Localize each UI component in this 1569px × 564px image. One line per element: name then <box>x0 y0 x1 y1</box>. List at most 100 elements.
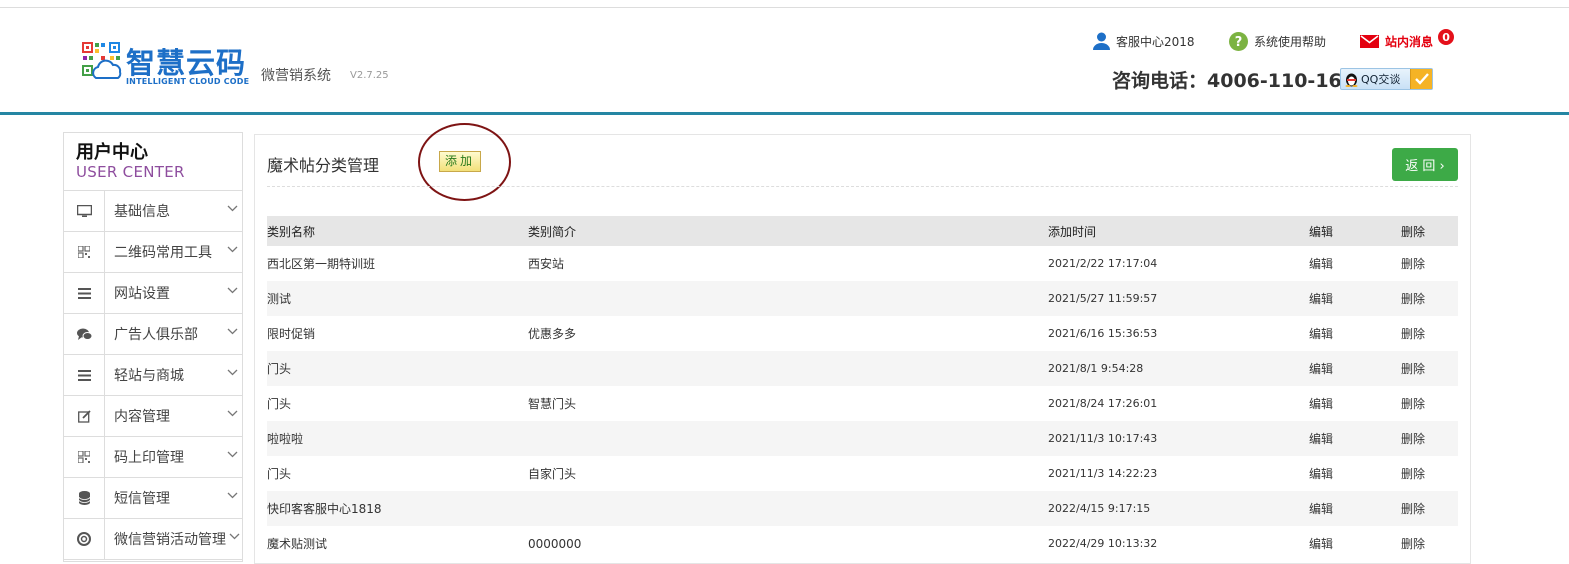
sidebar-item-label: 广告人俱乐部 <box>114 327 198 343</box>
messages-link[interactable]: 站内消息 0 <box>1360 28 1456 50</box>
delete-link[interactable]: 删除 <box>1401 465 1458 482</box>
category-table: 类别名称 类别简介 添加时间 编辑 删除 西北区第一期特训班 西安站 2021/… <box>267 216 1458 561</box>
chevron-down-icon <box>229 533 240 540</box>
edit-icon <box>77 409 91 423</box>
back-button[interactable]: 返 回 › <box>1392 148 1458 181</box>
cell-category-name: 啦啦啦 <box>267 432 304 446</box>
table-row: 魔术贴测试 0000000 2022/4/29 10:13:32 编辑 删除 <box>267 526 1458 561</box>
cell-category-name: 快印客客服中心1818 <box>267 502 382 516</box>
edit-link[interactable]: 编辑 <box>1309 500 1401 517</box>
sidebar-item-basic-info[interactable]: 基础信息 <box>64 191 242 232</box>
qrcode-icon <box>78 246 90 258</box>
sidebar-item-site-settings[interactable]: 网站设置 <box>64 273 242 314</box>
sidebar-item-sms-management[interactable]: 短信管理 <box>64 478 242 519</box>
chevron-down-icon <box>227 369 238 376</box>
cell-category-name: 西北区第一期特训班 <box>267 257 376 271</box>
delete-link[interactable]: 删除 <box>1401 290 1458 307</box>
table-row: 限时促销 优惠多多 2021/6/16 15:36:53 编辑 删除 <box>267 316 1458 351</box>
table-row: 门头 2021/8/1 9:54:28 编辑 删除 <box>267 351 1458 386</box>
sidebar-item-label: 码上印管理 <box>114 450 184 466</box>
cell-add-time: 2022/4/29 10:13:32 <box>1048 537 1158 550</box>
cell-category-name: 门头 <box>267 397 292 411</box>
header-edit: 编辑 <box>1309 224 1334 239</box>
table-header-row: 类别名称 类别简介 添加时间 编辑 删除 <box>267 216 1458 246</box>
highlight-circle-annotation <box>418 123 511 201</box>
help-label: 系统使用帮助 <box>1254 35 1327 49</box>
monitor-icon <box>76 204 92 217</box>
chevron-down-icon <box>227 246 238 253</box>
cell-add-time: 2021/5/27 11:59:57 <box>1048 292 1158 305</box>
delete-link[interactable]: 删除 <box>1401 430 1458 447</box>
header-category-name: 类别名称 <box>267 224 316 239</box>
cell-category-name: 门头 <box>267 362 292 376</box>
svg-text:?: ? <box>1235 35 1243 50</box>
sidebar-item-content-management[interactable]: 内容管理 <box>64 396 242 437</box>
edit-link[interactable]: 编辑 <box>1309 430 1401 447</box>
delete-link[interactable]: 删除 <box>1401 325 1458 342</box>
checkmark-icon <box>1410 69 1432 89</box>
logo[interactable]: 智慧云码 INTELLIGENT CLOUD CODE <box>82 40 257 90</box>
edit-link[interactable]: 编辑 <box>1309 465 1401 482</box>
delete-link[interactable]: 删除 <box>1401 500 1458 517</box>
edit-link[interactable]: 编辑 <box>1309 395 1401 412</box>
cell-category-desc: 自家门头 <box>528 467 577 481</box>
edit-link[interactable]: 编辑 <box>1309 360 1401 377</box>
sidebar-item-qrcode-tools[interactable]: 二维码常用工具 <box>64 232 242 273</box>
header-category-desc: 类别简介 <box>528 224 577 239</box>
user-icon <box>1093 32 1110 50</box>
chevron-down-icon <box>227 410 238 417</box>
list-icon <box>77 369 91 381</box>
sidebar-item-ad-club[interactable]: 广告人俱乐部 <box>64 314 242 355</box>
header: 智慧云码 INTELLIGENT CLOUD CODE 微营销系统 V2.7.2… <box>0 8 1569 115</box>
messages-label: 站内消息 <box>1385 34 1434 49</box>
cell-category-desc: 优惠多多 <box>528 327 577 341</box>
sidebar-title: 用户中心 <box>76 142 148 163</box>
sidebar: 用户中心 USER CENTER 基础信息 二维码常用工具 网站设置 广告人俱乐… <box>63 132 243 562</box>
help-link[interactable]: ? 系统使用帮助 <box>1229 32 1326 51</box>
mail-icon <box>1360 34 1379 48</box>
sidebar-subtitle: USER CENTER <box>76 163 185 181</box>
page-title: 魔术帖分类管理 <box>267 156 380 175</box>
lifebuoy-icon <box>77 532 91 546</box>
edit-link[interactable]: 编辑 <box>1309 290 1401 307</box>
sidebar-item-label: 轻站与商城 <box>114 368 184 384</box>
cell-category-name: 测试 <box>267 292 292 306</box>
logo-qr-icon <box>82 42 122 79</box>
system-version: V2.7.25 <box>350 70 389 81</box>
edit-link[interactable]: 编辑 <box>1309 535 1401 552</box>
sidebar-item-wechat-marketing[interactable]: 微信营销活动管理 <box>64 519 242 560</box>
chevron-down-icon <box>227 492 238 499</box>
qq-chat-button[interactable]: QQ交谈 <box>1340 68 1433 90</box>
cell-category-desc: 智慧门头 <box>528 397 577 411</box>
table-row: 门头 智慧门头 2021/8/24 17:26:01 编辑 删除 <box>267 386 1458 421</box>
cell-category-desc: 0000000 <box>528 536 582 551</box>
message-count-badge: 0 <box>1437 28 1456 46</box>
header-delete: 删除 <box>1401 224 1426 239</box>
cell-add-time: 2022/4/15 9:17:15 <box>1048 502 1151 515</box>
delete-link[interactable]: 删除 <box>1401 360 1458 377</box>
sidebar-header: 用户中心 USER CENTER <box>64 133 242 191</box>
phone-number: 咨询电话：4006-110-166 <box>1112 70 1355 92</box>
cell-add-time: 2021/6/16 15:36:53 <box>1048 327 1158 340</box>
cell-add-time: 2021/8/1 9:54:28 <box>1048 362 1144 375</box>
edit-link[interactable]: 编辑 <box>1309 255 1401 272</box>
cell-add-time: 2021/2/22 17:17:04 <box>1048 257 1158 270</box>
sidebar-item-label: 短信管理 <box>114 491 170 507</box>
sidebar-item-label: 网站设置 <box>114 286 170 302</box>
chevron-down-icon <box>227 328 238 335</box>
cell-add-time: 2021/11/3 14:22:23 <box>1048 467 1158 480</box>
title-divider <box>267 186 1458 187</box>
sidebar-item-light-site-mall[interactable]: 轻站与商城 <box>64 355 242 396</box>
sidebar-item-print-management[interactable]: 码上印管理 <box>64 437 242 478</box>
edit-link[interactable]: 编辑 <box>1309 325 1401 342</box>
delete-link[interactable]: 删除 <box>1401 395 1458 412</box>
cell-add-time: 2021/11/3 10:17:43 <box>1048 432 1158 445</box>
main-panel: 魔术帖分类管理 添加 返 回 › 类别名称 类别简介 添加时间 编辑 删除 西北… <box>254 123 1471 564</box>
delete-link[interactable]: 删除 <box>1401 255 1458 272</box>
service-center-link[interactable]: 客服中心2018 <box>1093 32 1195 50</box>
help-icon: ? <box>1229 32 1248 51</box>
cell-add-time: 2021/8/24 17:26:01 <box>1048 397 1158 410</box>
delete-link[interactable]: 删除 <box>1401 535 1458 552</box>
chevron-down-icon <box>227 287 238 294</box>
chevron-down-icon <box>227 451 238 458</box>
